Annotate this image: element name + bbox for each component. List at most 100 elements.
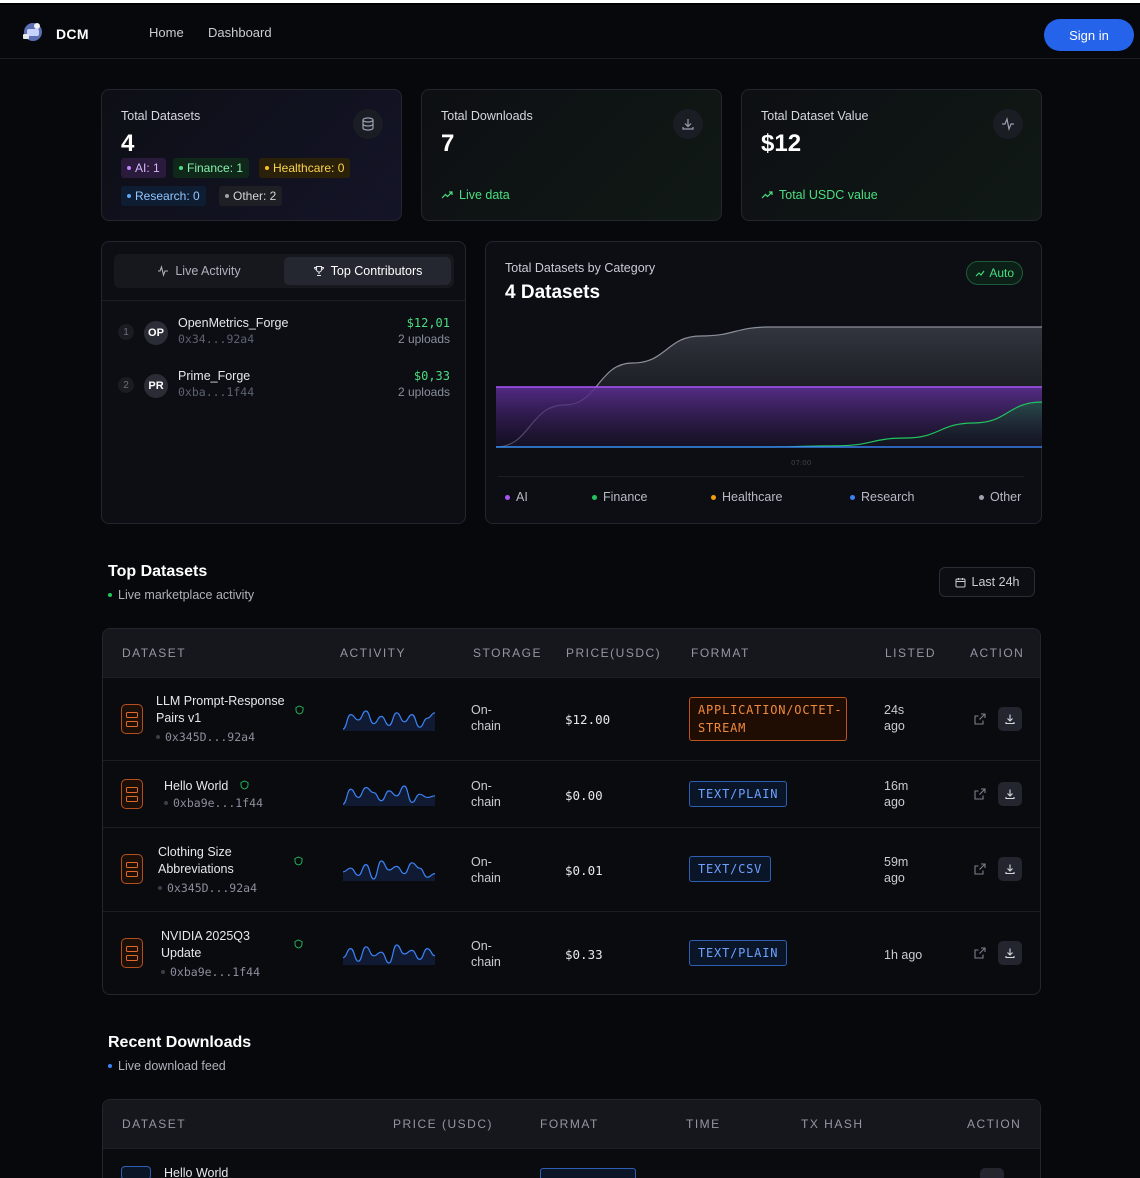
legend-item-finance[interactable]: Finance	[592, 490, 647, 504]
price-value: $0.00	[565, 788, 603, 803]
stat-card-total-downloads: Total Downloads 7 Live data	[421, 89, 722, 221]
storage-value: On-chain	[471, 939, 501, 969]
listed-time: 16m ago	[884, 779, 909, 809]
column-header-activity: ACTIVITY	[340, 646, 407, 660]
live-dot	[108, 1064, 112, 1068]
legend-dot	[711, 494, 716, 500]
dataset-name[interactable]: Hello World	[164, 1165, 228, 1178]
sign-in-button[interactable]: Sign in	[1044, 19, 1134, 51]
tab-top-contributors[interactable]: Top Contributors	[284, 257, 451, 285]
table-row[interactable]: Hello World	[103, 1148, 1040, 1178]
stat-footer: Total USDC value	[761, 188, 878, 202]
address-text: 0x345D...92a4	[167, 881, 258, 895]
auto-badge[interactable]: Auto	[966, 261, 1023, 285]
address-text: 0xba9e...1f44	[170, 965, 261, 979]
dataset-icon	[121, 1166, 151, 1178]
dataset-address: 0x345D...92a4	[156, 730, 255, 744]
category-dot	[225, 194, 229, 198]
sparkline-area	[343, 945, 435, 965]
dataset-name[interactable]: LLM Prompt-Response Pairs v1	[156, 693, 286, 727]
table-row[interactable]: NVIDIA 2025Q3 Update 0xba9e...1f44 On-ch…	[103, 911, 1040, 994]
legend-item-healthcare[interactable]: Healthcare	[711, 490, 782, 504]
price-value: $0.01	[565, 863, 603, 878]
column-header-format: FORMAT	[691, 646, 750, 660]
subtitle-text: Live download feed	[118, 1059, 226, 1073]
address-dot	[164, 801, 168, 805]
tab-live-activity[interactable]: Live Activity	[117, 257, 281, 285]
activity-sparkline	[343, 785, 435, 806]
column-header-format: FORMAT	[540, 1117, 599, 1131]
contributor-row[interactable]: 1 OP OpenMetrics_Forge 0x34...92a4 $12,0…	[102, 312, 466, 356]
dataset-name[interactable]: NVIDIA 2025Q3 Update	[161, 928, 271, 962]
download-button[interactable]	[998, 707, 1022, 731]
external-link-icon[interactable]	[973, 712, 987, 726]
contributor-row[interactable]: 2 PR Prime_Forge 0xba...1f44 $0,33 2 upl…	[102, 365, 466, 409]
activity-icon	[158, 265, 169, 277]
legend-dot	[979, 494, 984, 500]
legend-dot	[592, 494, 597, 500]
download-button[interactable]	[998, 857, 1022, 881]
chip-label: AI: 1	[135, 161, 160, 175]
legend-item-other[interactable]: Other	[979, 490, 1021, 504]
category-dot	[179, 166, 183, 170]
download-button[interactable]	[998, 782, 1022, 806]
chip-label: Other: 2	[233, 189, 277, 203]
column-header-action: ACTION	[970, 646, 1025, 660]
top-datasets-table: DATASET ACTIVITY STORAGE PRICE(USDC) FOR…	[102, 628, 1041, 995]
subtitle-text: Live marketplace activity	[118, 588, 255, 602]
sparkline-area	[343, 861, 435, 881]
address-text: 0x345D...92a4	[165, 730, 256, 744]
top-datasets-subtitle: Live marketplace activity	[108, 588, 254, 602]
table-row[interactable]: LLM Prompt-Response Pairs v1 0x345D...92…	[103, 677, 1040, 760]
storage-value: On-chain	[471, 703, 501, 733]
table-row[interactable]: Hello World 0xba9e...1f44 On-chain $0.00…	[103, 760, 1040, 827]
download-button[interactable]	[980, 1168, 1004, 1178]
legend-label: Finance	[603, 490, 648, 504]
legend-label: AI	[516, 490, 528, 504]
dataset-name[interactable]: Clothing Size Abbreviations	[158, 844, 278, 878]
dataset-address: 0x345D...92a4	[158, 881, 257, 895]
stat-footer: Live data	[441, 188, 510, 202]
activity-icon	[993, 109, 1023, 139]
trend-up-icon	[975, 270, 985, 276]
stat-label: Total Datasets	[121, 109, 201, 123]
category-dot	[127, 166, 131, 170]
category-dot	[127, 194, 131, 198]
activity-panel: Live Activity Top Contributors 1 OP Open…	[101, 241, 466, 524]
chip-label: Finance: 1	[187, 161, 244, 175]
legend-divider	[498, 476, 1024, 477]
external-link-icon[interactable]	[973, 787, 987, 801]
download-icon	[1005, 714, 1015, 725]
legend-item-research[interactable]: Research	[850, 490, 915, 504]
legend-label: Healthcare	[722, 490, 783, 504]
time-range-button[interactable]: Last 24h	[939, 567, 1035, 597]
legend-label: Research	[861, 490, 915, 504]
contributor-amount: $12,01	[406, 316, 450, 330]
table-row[interactable]: Clothing Size Abbreviations 0x345D...92a…	[103, 827, 1040, 911]
activity-sparkline	[343, 944, 435, 965]
nav-link-home[interactable]: Home	[149, 25, 184, 40]
avatar: OP	[144, 321, 168, 345]
stat-footer-text: Total USDC value	[779, 188, 878, 202]
stat-value: $12	[761, 130, 802, 157]
download-button[interactable]	[998, 941, 1022, 965]
contributor-uploads: 2 uploads	[397, 385, 450, 399]
price-value: $12.00	[565, 712, 611, 727]
external-link-icon[interactable]	[973, 946, 987, 960]
download-icon	[1005, 864, 1015, 875]
stat-label: Total Dataset Value	[761, 109, 869, 123]
recent-downloads-subtitle: Live download feed	[108, 1059, 226, 1073]
dataset-name[interactable]: Hello World	[164, 778, 228, 795]
nav-link-dashboard[interactable]: Dashboard	[208, 25, 272, 40]
brand-name[interactable]: DCM	[56, 26, 89, 42]
logo-icon[interactable]	[20, 19, 46, 45]
legend-dot	[850, 494, 855, 500]
dataset-icon	[121, 779, 143, 809]
rank-badge: 1	[118, 324, 134, 340]
legend-item-ai[interactable]: AI	[505, 490, 528, 504]
x-tick-label: 07:00	[791, 459, 811, 467]
external-link-icon[interactable]	[973, 862, 987, 876]
storage-value: On-chain	[471, 779, 501, 809]
listed-time: 24s ago	[884, 703, 905, 733]
category-dot	[265, 166, 269, 170]
